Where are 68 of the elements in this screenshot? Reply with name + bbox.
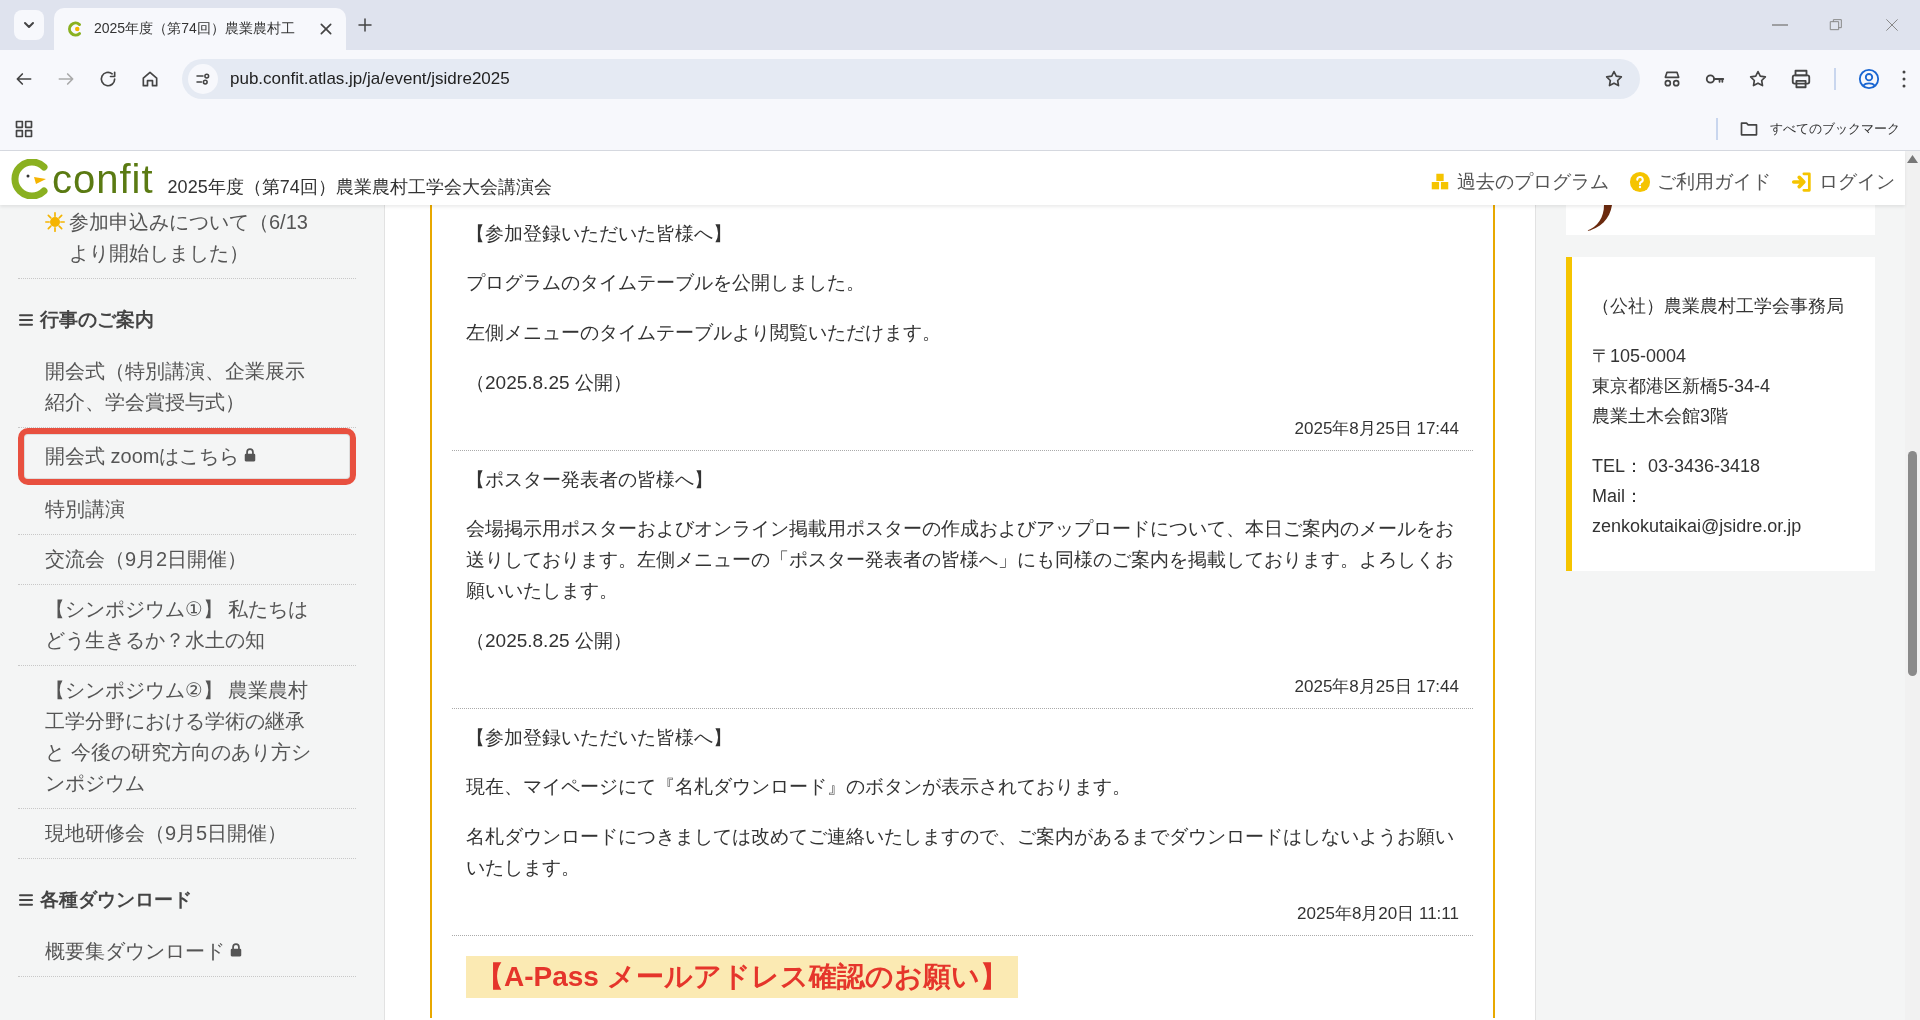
news-text: 名札ダウンロードにつきましては改めてご連絡いたしますので、ご案内があるまでダウンロードはしないようお願いいたします。 [466,825,1455,880]
lock-icon [229,942,243,958]
news-text: （2025.8.25 公開） [466,371,633,395]
highlight-heading: 【A-Pass メールアドレス確認のお願い】 [466,956,1018,998]
news-text: 会場掲示用ポスターおよびオンライン掲載用ポスターの作成およびアップロードについて、本日ご案内のメールをお送りしております。左側メニューの「ポスター発表者の皆様へ」にも同様のご案内を掲載しております。よろしくお願いいたします。 [466,517,1455,603]
url-text: pub.confit.atlas.jp/ja/event/jsidre2025 [230,68,511,89]
apps-button[interactable] [14,118,34,139]
tab-search-button[interactable] [14,10,44,40]
header-link[interactable]: ご利用ガイド [1629,169,1771,195]
grid-icon [14,118,34,139]
sidebar-link[interactable]: 現地研修会（9月5日開催） [18,809,356,859]
more-icon [1902,69,1906,88]
scrollbar[interactable] [1905,151,1920,1020]
tab-title: 2025年度（第74回）農業農村工 [94,20,296,38]
list-icon [18,892,34,908]
close-window-button[interactable] [1884,17,1900,33]
news-text: プログラムのタイムテーブルを公開しました。 [466,271,866,295]
news-text: 現在、マイページにて『名札ダウンロード』のボタンが表示されております。 [466,775,1132,799]
sidebar-link[interactable]: 開会式（特別講演、企業展示紹介、学会賞授与式） [18,347,356,428]
section-heading: 行事のご案内 [18,279,356,347]
event-title: 2025年度（第74回）農業農村工学会大会講演会 [167,176,552,199]
sidebar-link[interactable]: 特別講演 [18,485,356,535]
help-icon [1629,171,1651,193]
section-heading: 各種ダウンロード [18,859,356,927]
news-text: 左側メニューのタイムテーブルより閲覧いただけます。 [466,321,942,345]
sidebar-link[interactable]: 【シンポジウム②】 農業農村工学分野における学術の継承と 今後の研究方向のあり方シンポジウム [18,666,356,809]
plus-icon [356,16,374,34]
contact-text: TEL： 03-3436-3418 Mail： zenkokutaikai@jsidre.or.jp [1592,455,1803,538]
organization-name: （公社）農業農村工学会事務局 [1592,295,1845,318]
new-tab-button[interactable] [356,16,374,34]
list-icon [18,312,34,328]
news-title: 【参加登録いただいた皆様へ】 [466,726,733,750]
header-link[interactable]: ログイン [1791,169,1895,195]
restore-icon [1828,17,1844,33]
sidebar-link[interactable]: 交流会（9月2日開催） [18,535,356,585]
news-date: 2025年8月20日 11:11 [1296,903,1459,925]
close-icon [318,21,334,37]
address-bar[interactable]: pub.confit.atlas.jp/ja/event/jsidre2025 [182,58,1640,99]
close-icon [1884,17,1900,33]
address-text: 〒105-0004 東京都港区新橋5-34-4 農業土木会館3階 [1592,345,1772,428]
news-text: （2025.8.25 公開） [466,629,633,653]
header-link[interactable]: 過去のプログラム [1429,169,1609,195]
menu-button[interactable] [1902,69,1906,88]
sidebar-link[interactable]: 参加申込みについて（6/13より開始しました） [18,205,356,279]
sidebar-link[interactable]: 【シンポジウム①】 私たちはどう生きるか？水土の知 [18,585,356,666]
star-icon [1604,68,1624,89]
news-title: 【参加登録いただいた皆様へ】 [466,222,733,246]
swoosh-drawing [1584,205,1614,233]
news-date: 2025年8月25日 17:44 [1293,418,1459,440]
print-button[interactable] [1790,67,1812,90]
site-logo[interactable]: confit [10,159,154,201]
news-date: 2025年8月25日 17:44 [1293,676,1459,698]
sun-icon [45,212,65,232]
profile-icon [1858,67,1880,90]
login-icon [1791,171,1813,193]
sidebar-link[interactable]: 開会式 zoomはこちら [18,428,356,485]
profile-button[interactable] [1858,67,1880,90]
scrollbar-thumb[interactable] [1908,451,1917,676]
lock-icon [243,447,258,463]
sidebar-link[interactable]: 概要集ダウンロード [18,927,356,977]
browser-tab[interactable]: 2025年度（第74回）農業農村工 [54,8,346,50]
close-tab-button[interactable] [318,21,334,37]
printer-icon [1790,67,1812,90]
scroll-up-arrow-icon[interactable] [1907,155,1918,163]
favicon-icon [66,20,84,38]
news-title: 【ポスター発表者の皆様へ】 [466,468,714,492]
all-bookmarks-button[interactable]: すべてのブックマーク [1716,117,1906,140]
minimize-icon [1772,24,1788,26]
